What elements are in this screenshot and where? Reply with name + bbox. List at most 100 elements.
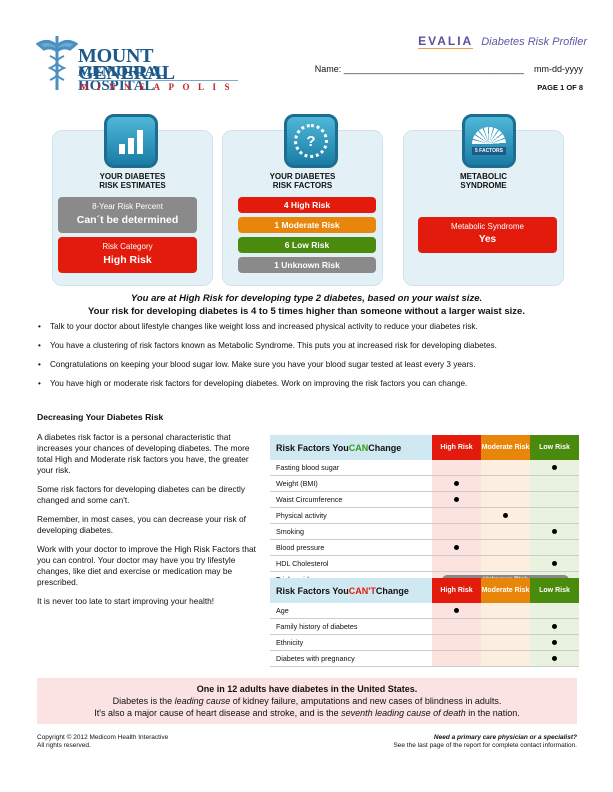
table-row: Weight (BMI) bbox=[270, 476, 579, 492]
cell-low bbox=[530, 603, 579, 618]
risk-factors-can-change-table: Risk Factors You CAN Change High Risk Mode… bbox=[270, 435, 579, 588]
risk-dot bbox=[552, 624, 557, 629]
cell-low bbox=[530, 524, 579, 539]
hospital-logo: Mount General Memorial Hospital MINNEAPO… bbox=[36, 34, 239, 94]
question-icon: ? bbox=[284, 114, 338, 168]
column-moderate: Moderate Risk bbox=[481, 435, 530, 460]
headline: You are at High Risk for developing type… bbox=[88, 293, 525, 317]
paragraph: Work with your doctor to improve the Hig… bbox=[37, 544, 256, 587]
cell-low bbox=[530, 619, 579, 634]
row-label: Blood pressure bbox=[276, 543, 325, 552]
metabolic-syndrome-box: Metabolic Syndrome Yes bbox=[418, 217, 557, 253]
eight-year-risk-box: 8-Year Risk Percent Can´t be determined bbox=[58, 197, 197, 233]
product-name: Diabetes Risk Profiler bbox=[481, 35, 587, 48]
row-label: Physical activity bbox=[276, 511, 327, 520]
cell-low bbox=[530, 651, 579, 666]
footer-fact-box: One in 12 adults have diabetes in the Un… bbox=[37, 678, 577, 724]
row-label: Smoking bbox=[276, 527, 304, 536]
paragraph: Remember, in most cases, you can decreas… bbox=[37, 514, 246, 535]
column-high: High Risk bbox=[432, 578, 481, 603]
cell-moderate bbox=[481, 619, 530, 634]
risk-dot bbox=[552, 640, 557, 645]
table-row: Family history of diabetes bbox=[270, 619, 579, 635]
cell-high bbox=[432, 635, 481, 650]
table-header: Risk Factors You CAN Change High Risk Mode… bbox=[270, 435, 579, 460]
risk-dot bbox=[552, 656, 557, 661]
risk-dot bbox=[454, 608, 459, 613]
paragraph: Some risk factors for developing diabete… bbox=[37, 484, 245, 505]
table-row: Fasting blood sugar bbox=[270, 460, 579, 476]
table-row: Blood pressure bbox=[270, 540, 579, 556]
cell-moderate bbox=[481, 460, 530, 475]
cell-high bbox=[432, 476, 481, 491]
high-risk-count: 4 High Risk bbox=[238, 197, 376, 213]
table-row: Ethnicity bbox=[270, 635, 579, 651]
table-row: Diabetes with pregnancy bbox=[270, 651, 579, 667]
evalia-brand: EVALIA Diabetes Risk Profiler bbox=[418, 34, 587, 49]
risk-dot bbox=[454, 545, 459, 550]
brand-name: EVALIA bbox=[418, 34, 474, 49]
list-item: You have high or moderate risk factors f… bbox=[38, 379, 598, 389]
cell-high bbox=[432, 508, 481, 523]
cell-low bbox=[530, 556, 579, 571]
list-item: Talk to your doctor about lifestyle chan… bbox=[38, 322, 598, 332]
cell-moderate bbox=[481, 635, 530, 650]
cell-high bbox=[432, 524, 481, 539]
cell-moderate bbox=[481, 492, 530, 507]
cell-high bbox=[432, 556, 481, 571]
metabolic-syndrome-title: METABOLIC SYNDROME bbox=[460, 172, 507, 190]
moderate-risk-count: 1 Moderate Risk bbox=[238, 217, 376, 233]
cell-low bbox=[530, 460, 579, 475]
cell-high bbox=[432, 651, 481, 666]
risk-factors-title: YOUR DIABETES RISK FACTORS bbox=[269, 172, 336, 190]
cell-moderate bbox=[481, 603, 530, 618]
cell-moderate bbox=[481, 508, 530, 523]
column-high: High Risk bbox=[432, 435, 481, 460]
column-low: Low Risk bbox=[530, 578, 579, 603]
cell-moderate bbox=[481, 476, 530, 491]
risk-dot bbox=[552, 529, 557, 534]
paragraph: A diabetes risk factor is a personal cha… bbox=[37, 432, 250, 475]
table-row: Smoking bbox=[270, 524, 579, 540]
risk-dot bbox=[503, 513, 508, 518]
risk-dot bbox=[552, 465, 557, 470]
row-label: Ethnicity bbox=[276, 638, 304, 647]
cell-moderate bbox=[481, 651, 530, 666]
column-low: Low Risk bbox=[530, 435, 579, 460]
row-label: Waist Circumference bbox=[276, 495, 343, 504]
table-header: Risk Factors You CAN'T Change High Risk Mo… bbox=[270, 578, 579, 603]
cell-moderate bbox=[481, 556, 530, 571]
risk-factors-cant-change-table: Risk Factors You CAN'T Change High Risk Mo… bbox=[270, 578, 579, 667]
risk-category-box: Risk Category High Risk bbox=[58, 237, 197, 273]
section-title: Decreasing Your Diabetes Risk bbox=[37, 412, 164, 422]
name-blank: ____________________________________ bbox=[343, 64, 524, 74]
cell-high bbox=[432, 619, 481, 634]
risk-estimates-title: YOUR DIABETES RISK ESTIMATES bbox=[99, 172, 166, 190]
column-moderate: Moderate Risk bbox=[481, 578, 530, 603]
table-row: Age bbox=[270, 603, 579, 619]
risk-dot bbox=[454, 481, 459, 486]
row-label: Weight (BMI) bbox=[276, 479, 318, 488]
cell-high bbox=[432, 540, 481, 555]
decreasing-risk-section: Decreasing Your Diabetes Risk A diabetes… bbox=[37, 412, 259, 615]
copyright: Copyright © 2012 Medicom Health Interact… bbox=[37, 734, 169, 749]
page-number: PAGE 1 OF 8 bbox=[537, 83, 583, 92]
paragraph: It is never too late to start improving … bbox=[37, 596, 215, 606]
table-row: Physical activity bbox=[270, 508, 579, 524]
contact-note: Need a primary care physician or a speci… bbox=[393, 734, 577, 749]
cell-high bbox=[432, 603, 481, 618]
row-label: Age bbox=[276, 606, 289, 615]
caduceus-icon bbox=[36, 36, 78, 90]
list-item: Congratulations on keeping your blood su… bbox=[38, 360, 598, 370]
name-row: Name: __________________________________… bbox=[315, 64, 583, 74]
cell-low bbox=[530, 635, 579, 650]
recommendation-list: Talk to your doctor about lifestyle chan… bbox=[38, 322, 598, 398]
cell-low bbox=[530, 492, 579, 507]
unknown-risk-count: 1 Unknown Risk bbox=[238, 257, 376, 273]
cell-high bbox=[432, 492, 481, 507]
cell-moderate bbox=[481, 524, 530, 539]
cell-low bbox=[530, 540, 579, 555]
bar-chart-icon bbox=[104, 114, 158, 168]
table-row: HDL Cholesterol bbox=[270, 556, 579, 572]
low-risk-count: 6 Low Risk bbox=[238, 237, 376, 253]
